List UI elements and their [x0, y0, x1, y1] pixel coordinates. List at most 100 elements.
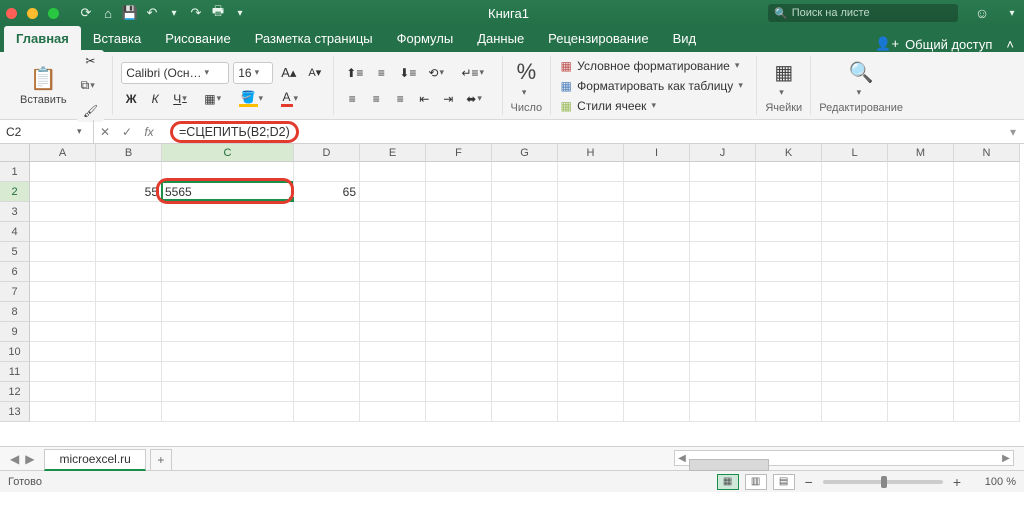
scroll-thumb[interactable]	[689, 459, 769, 471]
cell-J5[interactable]	[690, 242, 756, 262]
row-header-2[interactable]: 2	[0, 182, 30, 202]
name-box[interactable]: C2▾	[0, 120, 94, 143]
cell-A4[interactable]	[30, 222, 96, 242]
cell-I13[interactable]	[624, 402, 690, 422]
tab-insert[interactable]: Вставка	[81, 26, 153, 52]
cell-G6[interactable]	[492, 262, 558, 282]
cell-F6[interactable]	[426, 262, 492, 282]
cell-E7[interactable]	[360, 282, 426, 302]
cell-B13[interactable]	[96, 402, 162, 422]
account-icon[interactable]: ☺	[972, 3, 992, 23]
horizontal-scrollbar[interactable]: ◀ ▶	[674, 450, 1014, 466]
zoom-out-button[interactable]: −	[801, 474, 817, 490]
cell-G1[interactable]	[492, 162, 558, 182]
tab-view[interactable]: Вид	[661, 26, 709, 52]
tab-home[interactable]: Главная	[4, 26, 81, 52]
cell-F12[interactable]	[426, 382, 492, 402]
cell-K6[interactable]	[756, 262, 822, 282]
cell-D7[interactable]	[294, 282, 360, 302]
cell-N10[interactable]	[954, 342, 1020, 362]
cell-E6[interactable]	[360, 262, 426, 282]
scroll-right-button[interactable]: ▶	[999, 453, 1013, 464]
cell-I4[interactable]	[624, 222, 690, 242]
cell-G13[interactable]	[492, 402, 558, 422]
cell-M8[interactable]	[888, 302, 954, 322]
cell-C7[interactable]	[162, 282, 294, 302]
cell-N3[interactable]	[954, 202, 1020, 222]
zoom-in-button[interactable]: +	[949, 474, 965, 490]
cell-K10[interactable]	[756, 342, 822, 362]
cell-D9[interactable]	[294, 322, 360, 342]
cell-B9[interactable]	[96, 322, 162, 342]
cell-B5[interactable]	[96, 242, 162, 262]
cell-M2[interactable]	[888, 182, 954, 202]
align-right-button[interactable]: ≡	[390, 88, 410, 110]
spreadsheet-grid[interactable]: ABCDEFGHIJKLMN 12345678910111213 5555656…	[0, 144, 1024, 446]
cell-C5[interactable]	[162, 242, 294, 262]
normal-view-button[interactable]: ▦	[717, 474, 739, 490]
cell-A3[interactable]	[30, 202, 96, 222]
cell-G7[interactable]	[492, 282, 558, 302]
bold-button[interactable]: Ж	[121, 88, 141, 110]
cell-K7[interactable]	[756, 282, 822, 302]
cell-E9[interactable]	[360, 322, 426, 342]
cell-N2[interactable]	[954, 182, 1020, 202]
cell-A8[interactable]	[30, 302, 96, 322]
scroll-left-button[interactable]: ◀	[675, 453, 689, 464]
cell-N8[interactable]	[954, 302, 1020, 322]
cell-A11[interactable]	[30, 362, 96, 382]
cell-N9[interactable]	[954, 322, 1020, 342]
cell-F10[interactable]	[426, 342, 492, 362]
cell-I10[interactable]	[624, 342, 690, 362]
cell-E8[interactable]	[360, 302, 426, 322]
cell-J13[interactable]	[690, 402, 756, 422]
cell-G4[interactable]	[492, 222, 558, 242]
borders-button[interactable]: ▦▾	[200, 88, 230, 110]
cell-G9[interactable]	[492, 322, 558, 342]
cell-I1[interactable]	[624, 162, 690, 182]
cell-L13[interactable]	[822, 402, 888, 422]
cell-J6[interactable]	[690, 262, 756, 282]
qat-more-icon[interactable]: ▾	[231, 4, 249, 22]
cell-H3[interactable]	[558, 202, 624, 222]
paste-button[interactable]: 📋 Вставить	[16, 64, 71, 108]
undo-dropdown-icon[interactable]: ▾	[165, 4, 183, 22]
cell-C2[interactable]: 5565	[162, 182, 294, 202]
increase-font-button[interactable]: A▴	[277, 62, 300, 84]
cell-I8[interactable]	[624, 302, 690, 322]
cell-M10[interactable]	[888, 342, 954, 362]
cell-B6[interactable]	[96, 262, 162, 282]
cell-B2[interactable]: 55	[96, 182, 162, 202]
row-header-3[interactable]: 3	[0, 202, 30, 222]
col-header-B[interactable]: B	[96, 144, 162, 162]
cell-N13[interactable]	[954, 402, 1020, 422]
orientation-button[interactable]: ⟲▾	[424, 62, 453, 84]
add-sheet-button[interactable]: +	[150, 449, 172, 471]
cell-B10[interactable]	[96, 342, 162, 362]
cell-J10[interactable]	[690, 342, 756, 362]
cell-J12[interactable]	[690, 382, 756, 402]
home-icon[interactable]: ⌂	[99, 4, 117, 22]
cell-H10[interactable]	[558, 342, 624, 362]
fill-color-button[interactable]: 🪣▾	[235, 88, 273, 110]
tab-review[interactable]: Рецензирование	[536, 26, 660, 52]
cell-C12[interactable]	[162, 382, 294, 402]
cell-I6[interactable]	[624, 262, 690, 282]
cell-M3[interactable]	[888, 202, 954, 222]
cell-D1[interactable]	[294, 162, 360, 182]
cell-M12[interactable]	[888, 382, 954, 402]
undo-icon[interactable]: ↶	[143, 4, 161, 22]
row-header-6[interactable]: 6	[0, 262, 30, 282]
print-icon[interactable]: 🖶	[209, 4, 227, 22]
cell-F11[interactable]	[426, 362, 492, 382]
cell-D8[interactable]	[294, 302, 360, 322]
col-header-A[interactable]: A	[30, 144, 96, 162]
cell-L5[interactable]	[822, 242, 888, 262]
align-bottom-button[interactable]: ⬇≡	[395, 62, 420, 84]
col-header-G[interactable]: G	[492, 144, 558, 162]
increase-indent-button[interactable]: ⇥	[438, 88, 458, 110]
cell-E5[interactable]	[360, 242, 426, 262]
cell-D5[interactable]	[294, 242, 360, 262]
formula-input[interactable]: =СЦЕПИТЬ(B2;D2)	[160, 121, 1002, 143]
col-header-D[interactable]: D	[294, 144, 360, 162]
